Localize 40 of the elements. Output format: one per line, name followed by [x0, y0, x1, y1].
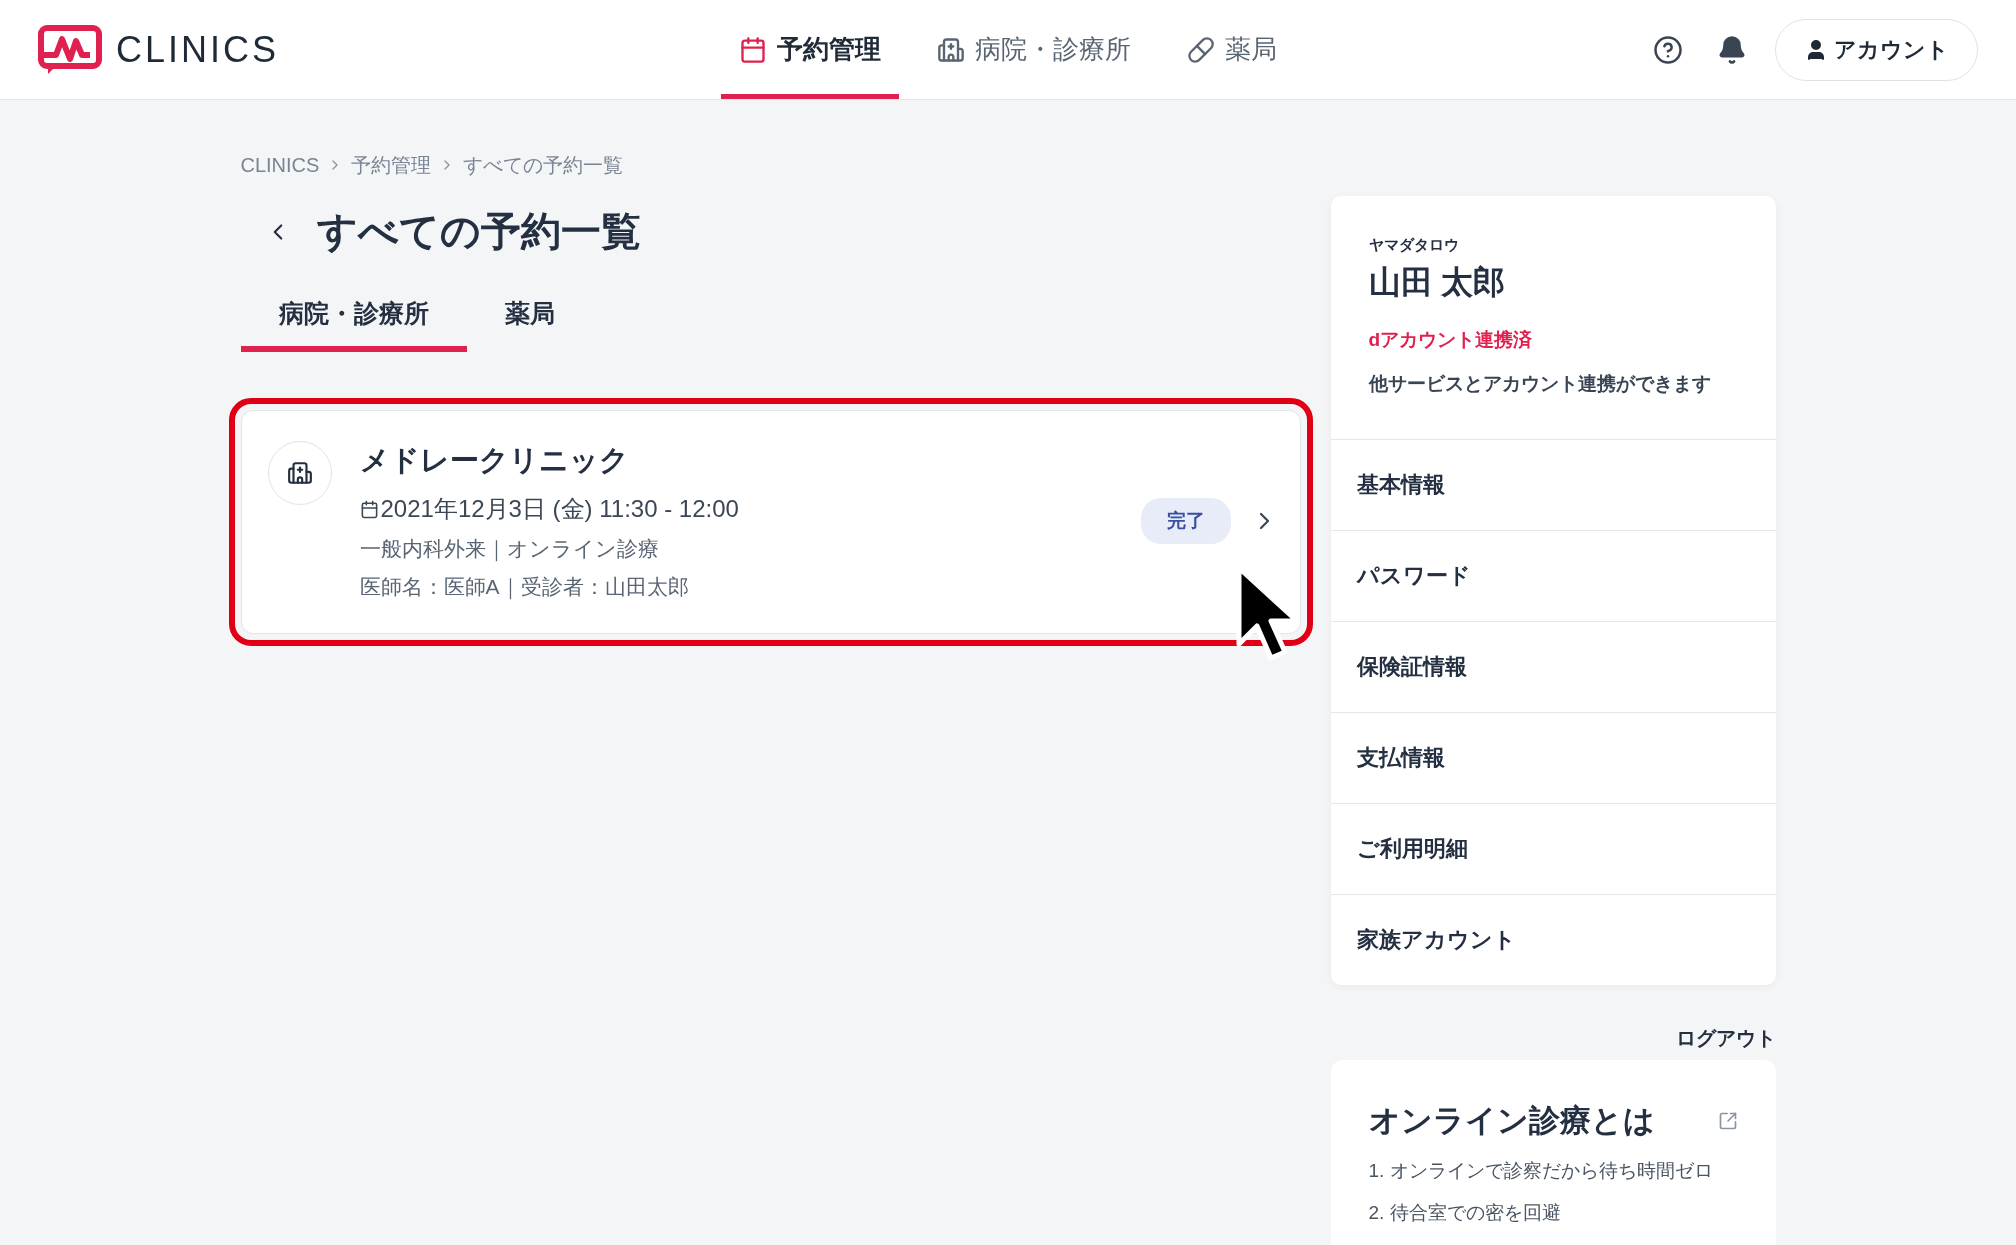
link-status: dアカウント連携済 [1368, 328, 1534, 352]
logout-link[interactable]: ログアウト [1675, 1025, 1776, 1052]
logo-icon [38, 24, 102, 75]
logo-text: CLINICS [116, 28, 280, 71]
clinic-name: メドレークリニック [359, 443, 630, 478]
calendar-icon [359, 499, 379, 519]
chevron-right-icon [1258, 512, 1270, 530]
bell-icon [1717, 34, 1747, 65]
hospital-icon [286, 460, 313, 486]
menu-item[interactable]: 保険証情報 [1330, 621, 1776, 712]
pill-icon [1187, 35, 1215, 64]
breadcrumb-link[interactable]: すべての予約一覧 [463, 151, 624, 179]
menu-item[interactable]: 家族アカウント [1330, 894, 1776, 985]
info-item: 2. 待合室での密を回避 [1368, 1201, 1562, 1225]
external-link-icon[interactable] [1717, 1111, 1738, 1131]
doctor-text: 医師名：医師A｜受診者：山田太郎 [359, 574, 690, 601]
menu-item[interactable]: パスワード [1330, 530, 1776, 621]
breadcrumb-link[interactable]: 予約管理 [351, 151, 432, 179]
page-title: すべての予約一覧 [316, 208, 641, 255]
name-kana: ヤマダタロウ [1368, 236, 1460, 255]
tab[interactable]: 病院・診療所 [240, 283, 467, 352]
menu-item[interactable]: 基本情報 [1330, 439, 1776, 530]
menu-item[interactable]: 支払情報 [1330, 712, 1776, 803]
reservation-card[interactable]: メドレークリニック 2021年12月3日 (金) 11:30 - 12:00 一般内科外来｜オンライン診療 医師名：医師A｜受診者：山田太郎 完了 [240, 410, 1301, 634]
hospital-icon [937, 35, 965, 64]
info-item: 1. オンラインで診察だから待ち時間ゼロ [1368, 1159, 1714, 1183]
help-icon [1653, 34, 1683, 65]
link-note: 他サービスとアカウント連携ができます [1368, 372, 1712, 396]
reservation-datetime: 2021年12月3日 (金) 11:30 - 12:00 [380, 494, 739, 524]
nav-tab[interactable]: 病院・診療所 [919, 0, 1149, 99]
info-title: オンライン診療とは [1368, 1102, 1655, 1140]
department-text: 一般内科外来｜オンライン診療 [359, 536, 660, 563]
nav-tab[interactable]: 予約管理 [721, 0, 899, 99]
nav-tab[interactable]: 薬局 [1169, 0, 1295, 99]
menu-item[interactable]: ご利用明細 [1330, 803, 1776, 894]
calendar-icon [739, 35, 767, 64]
user-name: 山田 太郎 [1368, 263, 1507, 302]
tab[interactable]: 薬局 [466, 283, 593, 352]
status-badge: 完了 [1140, 498, 1231, 544]
account-button[interactable]: アカウント [1775, 18, 1978, 81]
